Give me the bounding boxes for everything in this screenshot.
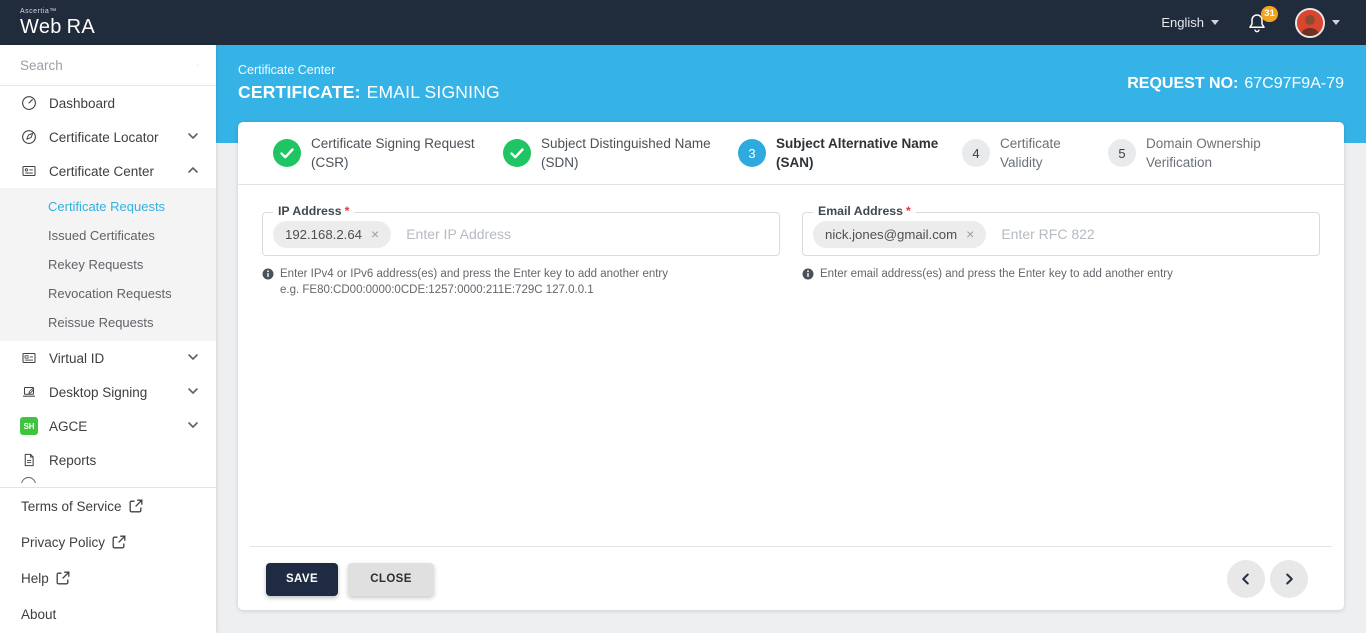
search-input[interactable]	[20, 57, 197, 73]
email-address-label: Email Address *	[813, 204, 916, 218]
ip-address-input[interactable]	[406, 226, 769, 242]
email-helper: Enter email address(es) and press the En…	[802, 266, 1320, 282]
breadcrumb: Certificate Center	[238, 63, 336, 77]
certificate-card-icon	[20, 162, 38, 180]
main-content: Certificate Center CERTIFICATE: EMAIL SIG…	[216, 45, 1366, 633]
topbar: Ascertia™ Web RA English 31	[0, 0, 1366, 45]
card-footer: SAVE CLOSE	[250, 546, 1332, 598]
gauge-icon	[20, 94, 38, 112]
avatar	[1295, 7, 1325, 38]
sidebar-subitem-revocation-requests[interactable]: Revocation Requests	[0, 279, 216, 308]
sidebar-item-agce[interactable]: SH AGCE	[0, 409, 216, 443]
chevron-down-icon	[187, 419, 199, 434]
close-button[interactable]: CLOSE	[348, 562, 434, 596]
step-number: 3	[738, 139, 766, 167]
wizard-card: Certificate Signing Request (CSR) Subject…	[238, 122, 1344, 610]
app-logo: Ascertia™ Web RA	[20, 8, 95, 37]
sidebar-item-reports[interactable]: Reports	[0, 443, 216, 477]
chevron-up-icon	[187, 164, 199, 179]
sidebar-subitem-issued-certificates[interactable]: Issued Certificates	[0, 221, 216, 250]
about-link[interactable]: About	[0, 596, 216, 632]
language-selector[interactable]: English	[1161, 15, 1219, 30]
sidebar-subitem-certificate-requests[interactable]: Certificate Requests	[0, 192, 216, 221]
chevron-down-icon	[187, 385, 199, 400]
sidebar-item-label: Certificate Center	[49, 163, 155, 179]
sidebar-menu: Dashboard Certificate Locator Certificat…	[0, 86, 216, 483]
email-address-field: Email Address * nick.jones@gmail.com ×	[802, 204, 1320, 256]
sidebar-item-label: Virtual ID	[49, 350, 105, 366]
ip-address-field: IP Address * 192.168.2.64 ×	[262, 204, 780, 256]
sh-badge-icon: SH	[20, 417, 38, 435]
sidebar-item-virtual-id[interactable]: Virtual ID	[0, 341, 216, 375]
terms-of-service-link[interactable]: Terms of Service	[0, 488, 216, 524]
ip-chip: 192.168.2.64 ×	[273, 220, 392, 248]
chevron-right-icon	[1286, 573, 1293, 585]
brand-webra: Web RA	[20, 16, 96, 38]
info-icon	[802, 268, 814, 280]
step-certificate-validity[interactable]: 4 Certificate Validity	[962, 134, 1108, 172]
sidebar-item-label: Reports	[49, 452, 97, 468]
external-link-icon	[129, 499, 142, 513]
save-button[interactable]: SAVE	[266, 562, 338, 596]
compass-icon	[20, 128, 38, 146]
previous-step-button[interactable]	[1227, 560, 1265, 598]
wizard-stepper: Certificate Signing Request (CSR) Subject…	[238, 122, 1344, 185]
privacy-policy-link[interactable]: Privacy Policy	[0, 524, 216, 560]
step-sdn[interactable]: Subject Distinguished Name (SDN)	[503, 134, 738, 172]
laptop-pen-icon	[20, 383, 38, 401]
help-link[interactable]: Help	[0, 560, 216, 596]
remove-chip-icon[interactable]: ×	[966, 227, 974, 241]
search-icon[interactable]	[197, 56, 198, 74]
brand-ascertia: Ascertia™	[20, 8, 57, 15]
sidebar-footer: Terms of Service Privacy Policy Help Abo…	[0, 487, 216, 632]
sidebar-item-certificate-locator[interactable]: Certificate Locator	[0, 120, 216, 154]
next-step-button[interactable]	[1270, 560, 1308, 598]
sidebar-item-certificate-center[interactable]: Certificate Center	[0, 154, 216, 188]
check-icon	[503, 139, 531, 167]
step-csr[interactable]: Certificate Signing Request (CSR)	[273, 134, 503, 172]
sidebar-item-label: Certificate Locator	[49, 129, 159, 145]
ip-address-label: IP Address *	[273, 204, 355, 218]
page-title: CERTIFICATE: EMAIL SIGNING	[238, 82, 500, 102]
sidebar-item-label: Desktop Signing	[49, 384, 148, 400]
san-form: IP Address* 192.168.2.64 × Enter IPv4 or…	[238, 185, 1344, 298]
sidebar-subitem-reissue-requests[interactable]: Reissue Requests	[0, 308, 216, 337]
sidebar-search	[0, 45, 216, 86]
remove-chip-icon[interactable]: ×	[371, 227, 379, 241]
step-number: 5	[1108, 139, 1136, 167]
language-label: English	[1161, 15, 1204, 30]
info-icon	[262, 268, 274, 280]
partially-visible-menu-item	[0, 477, 216, 483]
step-number: 4	[962, 139, 990, 167]
user-menu[interactable]	[1295, 7, 1340, 38]
certificate-center-submenu: Certificate Requests Issued Certificates…	[0, 188, 216, 341]
external-link-icon	[56, 571, 70, 585]
external-link-icon	[112, 535, 126, 549]
step-domain-ownership[interactable]: 5 Domain Ownership Verification	[1108, 134, 1261, 172]
sidebar-item-label: AGCE	[49, 418, 88, 434]
id-card-icon	[20, 349, 38, 367]
email-address-input[interactable]	[1001, 226, 1309, 242]
sidebar-item-desktop-signing[interactable]: Desktop Signing	[0, 375, 216, 409]
sidebar-subitem-rekey-requests[interactable]: Rekey Requests	[0, 250, 216, 279]
sidebar: Dashboard Certificate Locator Certificat…	[0, 45, 216, 633]
sidebar-item-label: Dashboard	[49, 95, 116, 111]
notifications-button[interactable]: 31	[1245, 5, 1278, 35]
ip-helper: Enter IPv4 or IPv6 address(es) and press…	[262, 266, 780, 298]
step-san[interactable]: 3 Subject Alternative Name (SAN)	[738, 134, 962, 172]
chevron-left-icon	[1242, 573, 1249, 585]
notification-badge: 31	[1261, 5, 1278, 22]
chevron-down-icon	[1211, 20, 1219, 25]
chevron-down-icon	[1332, 20, 1340, 25]
topbar-right: English 31	[1161, 5, 1340, 38]
sidebar-item-dashboard[interactable]: Dashboard	[0, 86, 216, 120]
chevron-down-icon	[187, 351, 199, 366]
check-icon	[273, 139, 301, 167]
document-icon	[20, 451, 38, 469]
chevron-down-icon	[187, 130, 199, 145]
email-chip: nick.jones@gmail.com ×	[813, 220, 987, 248]
